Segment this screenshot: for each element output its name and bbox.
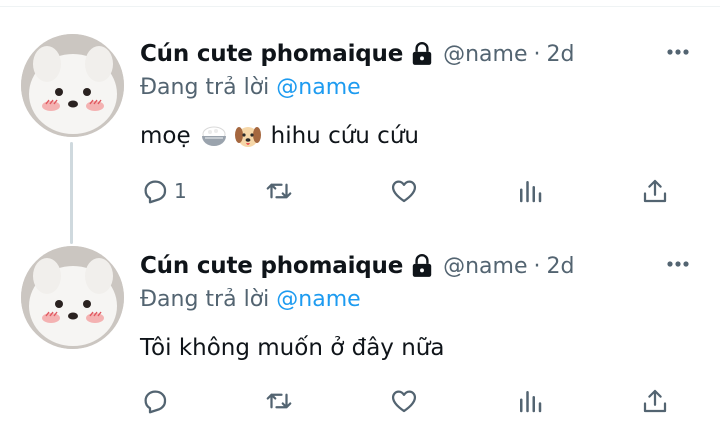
tweet-text: moẹ hihu cứu cứu: [140, 118, 700, 154]
reply-icon: [144, 390, 167, 414]
avatar[interactable]: [21, 34, 124, 137]
more-icon[interactable]: [664, 254, 692, 274]
separator-dot: ·: [533, 253, 541, 279]
like-button[interactable]: [389, 176, 419, 206]
heart-icon: [391, 180, 417, 203]
avatar[interactable]: [21, 246, 124, 349]
thread-connector-line: [70, 142, 73, 244]
timestamp[interactable]: 2d: [546, 254, 574, 279]
reply-count: 1: [174, 179, 187, 203]
share-icon: [643, 389, 667, 413]
dog-face-icon: [234, 127, 261, 147]
reply-button[interactable]: 1: [140, 176, 187, 206]
lock-icon: [412, 254, 432, 277]
tweet-actions: [140, 386, 680, 426]
tweet-text: Tôi không muốn ở đây nữa: [140, 330, 700, 366]
like-button[interactable]: [389, 386, 419, 416]
reply-prefix: Đang trả lời: [140, 75, 270, 100]
lock-icon: [412, 42, 432, 65]
tweet-actions: 1: [140, 176, 680, 216]
views-icon: [520, 181, 542, 203]
share-icon: [643, 179, 667, 203]
timestamp[interactable]: 2d: [546, 42, 574, 67]
display-name[interactable]: Cún cute phomaique: [140, 253, 403, 279]
dog-avatar-image: [21, 246, 124, 349]
replying-to: Đang trả lời @name: [140, 72, 700, 104]
replying-to: Đang trả lời @name: [140, 284, 700, 316]
views-button[interactable]: [515, 386, 545, 416]
separator-dot: ·: [533, 41, 541, 67]
tweet-text-start: moẹ: [140, 123, 191, 149]
rice-bowl-icon: [201, 126, 226, 146]
reply-button[interactable]: [140, 386, 174, 416]
reply-icon: [144, 180, 167, 204]
mention-link[interactable]: @name: [276, 75, 360, 100]
handle[interactable]: @name: [443, 42, 527, 67]
share-button[interactable]: [640, 386, 670, 416]
reply-prefix: Đang trả lời: [140, 287, 270, 312]
mention-link[interactable]: @name: [276, 287, 360, 312]
retweet-button[interactable]: [264, 176, 294, 206]
retweet-button[interactable]: [264, 386, 294, 416]
more-icon[interactable]: [664, 42, 692, 62]
top-divider: [0, 0, 720, 7]
views-icon: [520, 391, 542, 413]
display-name[interactable]: Cún cute phomaique: [140, 41, 403, 67]
views-button[interactable]: [515, 176, 545, 206]
tweet-text-end: hihu cứu cứu: [270, 123, 419, 149]
handle[interactable]: @name: [443, 254, 527, 279]
heart-icon: [391, 390, 417, 413]
share-button[interactable]: [640, 176, 670, 206]
retweet-icon: [266, 183, 292, 199]
tweet-text-body: Tôi không muốn ở đây nữa: [140, 335, 445, 361]
dog-avatar-image: [21, 34, 124, 137]
retweet-icon: [266, 393, 292, 409]
